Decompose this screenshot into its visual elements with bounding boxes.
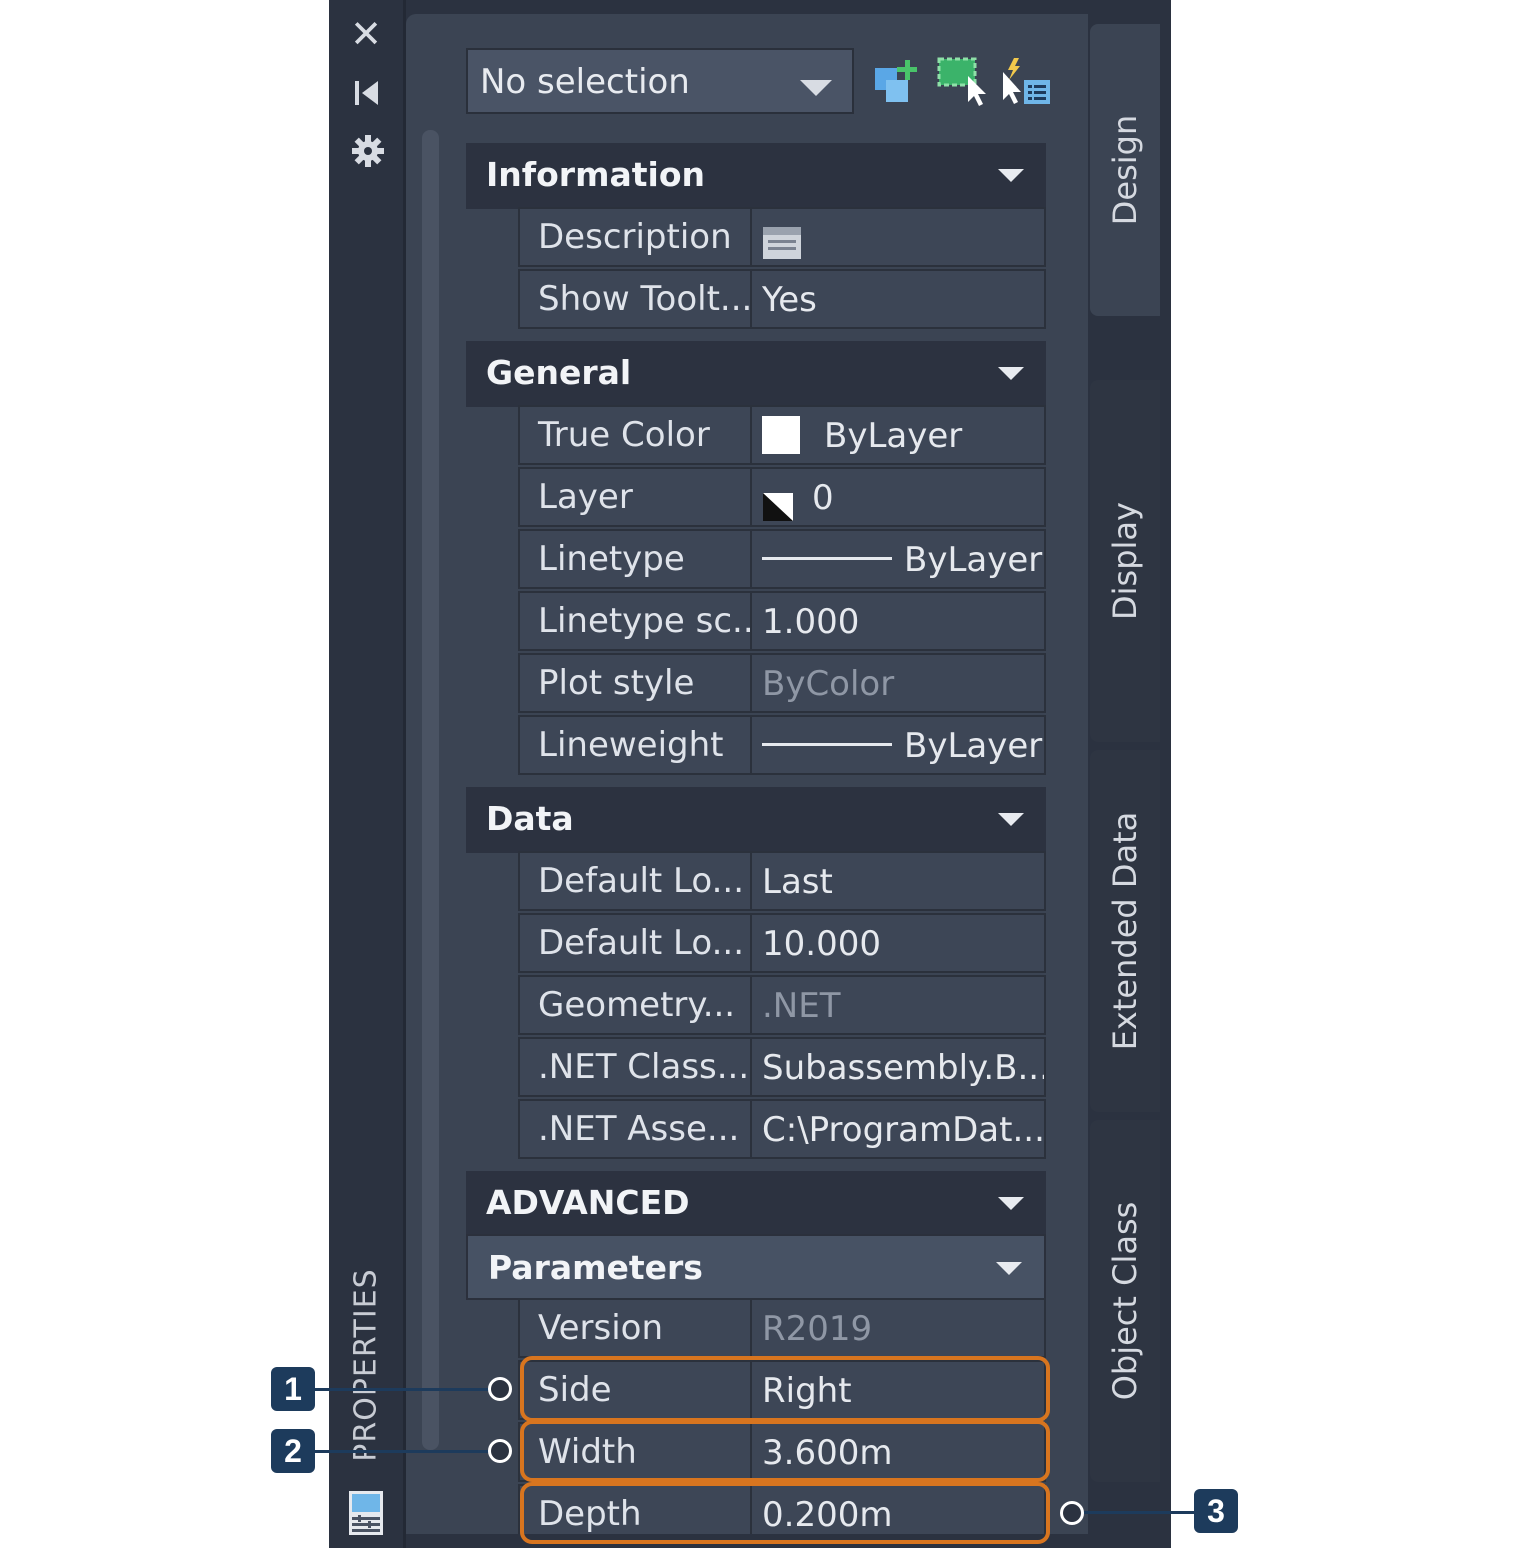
property-key: .NET Class... [518,1037,750,1097]
callout-line-1 [315,1388,489,1391]
property-key: Geometry... [518,975,750,1035]
tab-label: Object Class [1106,1201,1144,1401]
value-text: ByLayer [824,416,963,456]
section-advanced[interactable]: ADVANCED [466,1171,1046,1237]
scrollbar[interactable] [422,130,439,1450]
property-key: Linetype [518,529,750,589]
tab-extended-data[interactable]: Extended Data [1090,750,1160,1112]
property-value: R2019 [750,1298,1046,1358]
collapse-icon[interactable] [996,1262,1022,1275]
property-key: Linetype sc... [518,591,750,651]
property-key: Version [518,1298,750,1358]
value-text: ByLayer [904,726,1043,766]
property-value[interactable]: ByLayer [750,715,1046,775]
property-value[interactable]: C:\ProgramDat... [750,1099,1046,1159]
property-row-lineweight[interactable]: Lineweight ByLayer [518,715,1046,777]
property-value[interactable]: Yes [750,269,1046,329]
toggle-pickadd-icon[interactable] [1000,56,1054,110]
tab-display[interactable]: Display [1090,380,1160,742]
property-row-linetype[interactable]: Linetype ByLayer [518,529,1046,591]
palette-title: PROPERTIES [336,1268,396,1462]
property-value[interactable]: ByLayer [750,529,1046,589]
tab-object-class[interactable]: Object Class [1090,1120,1160,1482]
property-row-plot-style[interactable]: Plot style ByColor [518,653,1046,715]
property-key: Default Lo... [518,913,750,973]
property-row-net-assembly[interactable]: .NET Asse... C:\ProgramDat... [518,1099,1046,1161]
section-title: Parameters [488,1248,703,1287]
callout-marker-2 [488,1439,512,1463]
callout-marker-1 [488,1377,512,1401]
section-title: Information [486,155,705,194]
property-key: Description [518,207,750,267]
section-data[interactable]: Data [466,787,1046,853]
selection-dropdown[interactable]: No selection [466,48,854,114]
property-value[interactable]: Subassembly.B... [750,1037,1046,1097]
callout-badge-3: 3 [1194,1489,1238,1533]
property-row-description[interactable]: Description [518,207,1046,269]
property-row-linetype-scale[interactable]: Linetype sc... 1.000 [518,591,1046,653]
highlight-width [520,1420,1050,1482]
property-row-version[interactable]: Version R2019 [518,1298,1046,1360]
collapse-icon[interactable] [998,367,1024,380]
lineweight-preview-icon [762,743,892,746]
chevron-down-icon [800,80,832,96]
collapse-icon[interactable] [998,813,1024,826]
color-swatch [762,415,800,454]
property-key: Default Lo... [518,851,750,911]
tab-label: Display [1106,502,1144,620]
tab-design[interactable]: Design [1090,24,1160,316]
close-icon[interactable]: ✕ [329,14,403,54]
collapse-icon[interactable] [998,169,1024,182]
property-row-show-tooltip[interactable]: Show Toolt... Yes [518,269,1046,331]
property-key: Layer [518,467,750,527]
linetype-preview-icon [762,557,892,560]
property-value: .NET [750,975,1046,1035]
property-value[interactable] [750,207,1046,267]
section-parameters[interactable]: Parameters [466,1234,1046,1300]
callout-marker-3 [1060,1501,1084,1525]
select-objects-icon[interactable] [936,56,990,110]
callout-line-3 [1084,1511,1194,1514]
property-row-layer[interactable]: Layer 0 [518,467,1046,529]
value-text: ByLayer [904,540,1043,580]
section-general[interactable]: General [466,341,1046,407]
property-row-default-length[interactable]: Default Lo... 10.000 [518,913,1046,975]
property-value[interactable]: ByLayer [750,405,1046,465]
callout-line-2 [315,1450,489,1453]
property-value[interactable]: 1.000 [750,591,1046,651]
section-title: Data [486,799,574,838]
section-information[interactable]: Information [466,143,1046,209]
property-key: Plot style [518,653,750,713]
tab-label: Extended Data [1106,811,1144,1051]
highlight-side [520,1356,1050,1422]
collapse-icon[interactable] [998,1197,1024,1210]
properties-icon [348,1490,384,1536]
section-title: ADVANCED [486,1183,690,1222]
property-key: .NET Asse... [518,1099,750,1159]
quick-select-icon[interactable] [872,56,926,110]
settings-icon[interactable] [351,134,385,168]
property-value[interactable]: Last [750,851,1046,911]
value-text: 0 [812,478,834,518]
callout-badge-2: 2 [271,1429,315,1473]
description-icon[interactable] [762,220,802,259]
section-title: General [486,353,632,392]
selection-value: No selection [480,62,690,102]
property-key: Show Toolt... [518,269,750,329]
property-key: Lineweight [518,715,750,775]
property-row-true-color[interactable]: True Color ByLayer [518,405,1046,467]
property-row-net-class[interactable]: .NET Class... Subassembly.B... [518,1037,1046,1099]
highlight-depth [520,1482,1050,1544]
property-value: ByColor [750,653,1046,713]
property-key: True Color [518,405,750,465]
layer-icon [762,482,794,521]
auto-hide-icon[interactable] [354,78,380,108]
callout-badge-1: 1 [271,1367,315,1411]
property-value[interactable]: 10.000 [750,913,1046,973]
property-row-geometry[interactable]: Geometry... .NET [518,975,1046,1037]
tab-label: Design [1106,114,1144,226]
palette-title-text: PROPERTIES [348,1268,384,1462]
property-row-default-location[interactable]: Default Lo... Last [518,851,1046,913]
property-value[interactable]: 0 [750,467,1046,527]
